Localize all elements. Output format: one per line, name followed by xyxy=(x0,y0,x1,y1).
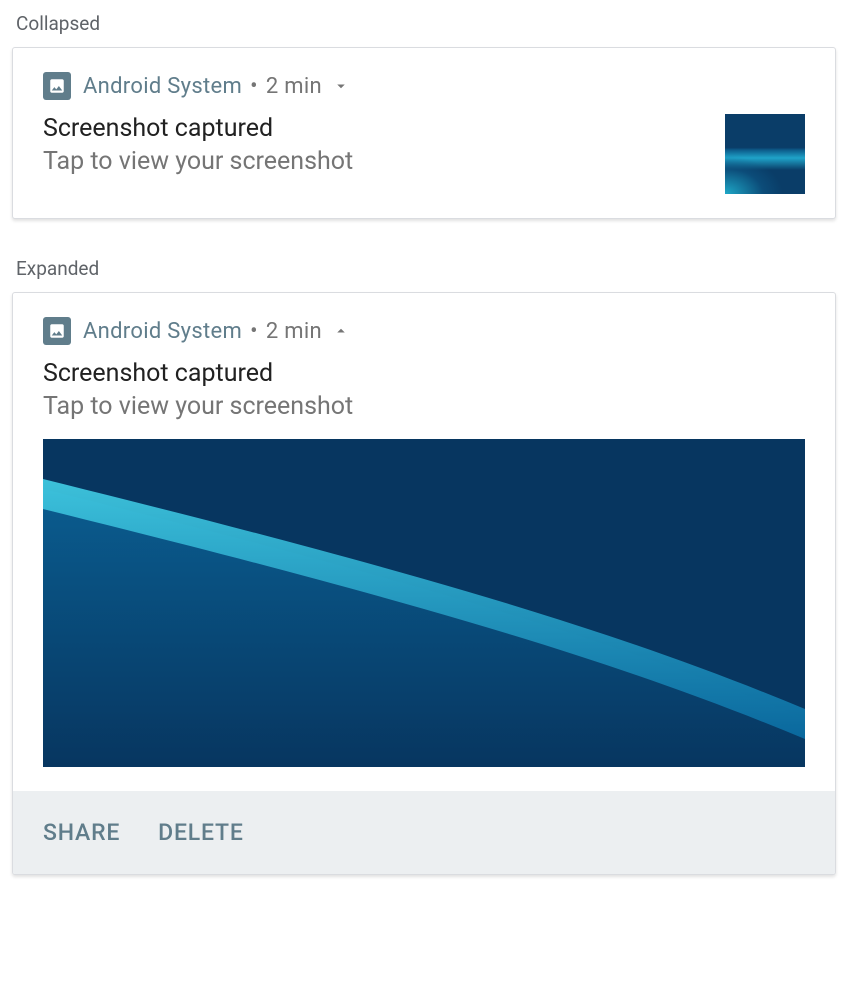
header-separator: • xyxy=(250,319,258,344)
notification-header[interactable]: Android System • 2 min xyxy=(43,72,805,100)
header-separator: • xyxy=(250,74,258,99)
app-name: Android System xyxy=(83,74,242,99)
screenshot-preview[interactable] xyxy=(43,439,805,767)
chevron-up-icon[interactable] xyxy=(332,322,350,340)
chevron-down-icon[interactable] xyxy=(332,77,350,95)
section-label-collapsed: Collapsed xyxy=(12,12,836,35)
picture-icon xyxy=(43,72,71,100)
notification-subtitle: Tap to view your screenshot xyxy=(43,392,805,421)
screenshot-thumbnail[interactable] xyxy=(725,114,805,194)
timestamp: 2 min xyxy=(266,74,322,99)
notification-title: Screenshot captured xyxy=(43,114,705,143)
notification-subtitle: Tap to view your screenshot xyxy=(43,147,705,176)
notification-title: Screenshot captured xyxy=(43,359,805,388)
share-button[interactable]: SHARE xyxy=(43,819,120,846)
picture-icon xyxy=(43,317,71,345)
notification-actions: SHARE DELETE xyxy=(13,791,835,874)
section-label-expanded: Expanded xyxy=(12,257,836,280)
notification-card-expanded[interactable]: Android System • 2 min Screenshot captur… xyxy=(12,292,836,875)
app-name: Android System xyxy=(83,319,242,344)
notification-header[interactable]: Android System • 2 min xyxy=(43,317,805,345)
timestamp: 2 min xyxy=(266,319,322,344)
delete-button[interactable]: DELETE xyxy=(158,819,243,846)
notification-card-collapsed[interactable]: Android System • 2 min Screenshot captur… xyxy=(12,47,836,219)
